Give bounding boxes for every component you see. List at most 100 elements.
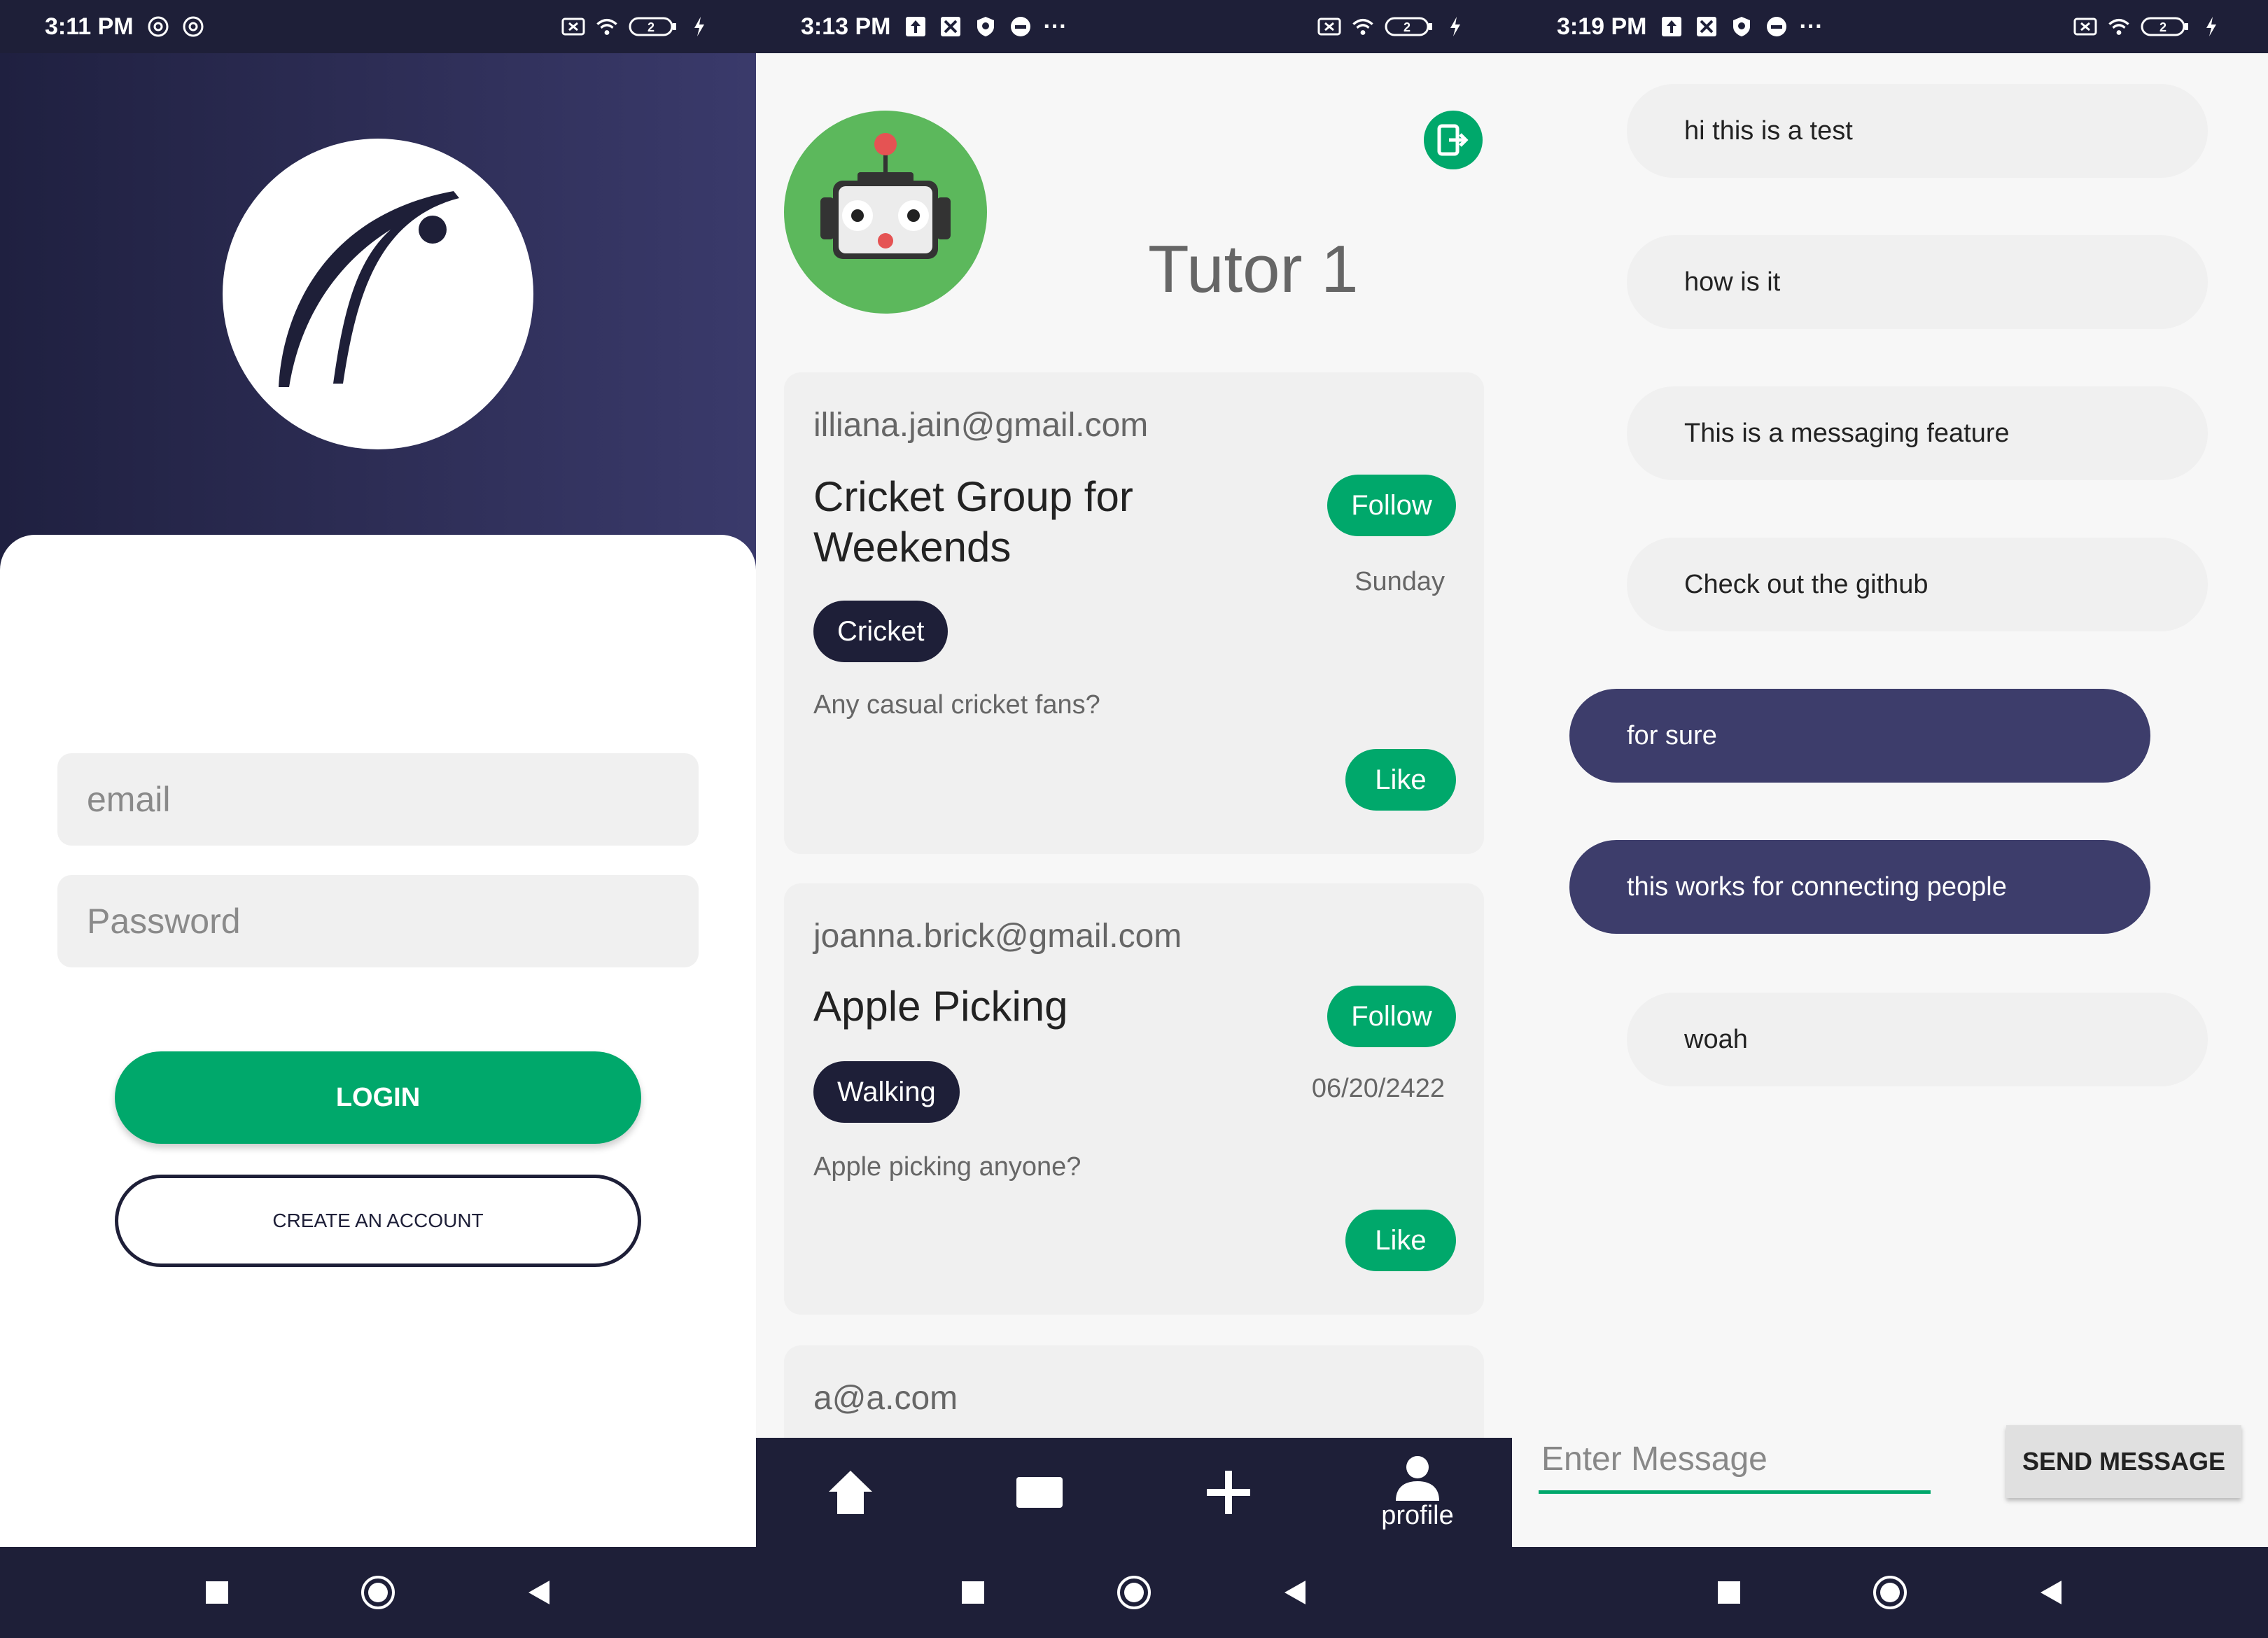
recents-icon[interactable] — [1708, 1572, 1750, 1614]
system-nav-bar — [1512, 1547, 2268, 1638]
chat-screen: 3:19 PM ··· 2 hi this is a test how is i… — [1512, 0, 2268, 1638]
activity-tag: Cricket — [813, 601, 948, 662]
svg-text:2: 2 — [648, 20, 654, 34]
charging-icon — [2199, 15, 2223, 38]
post-date: 06/20/2422 — [1311, 1074, 1445, 1103]
back-icon[interactable] — [1274, 1572, 1316, 1614]
post-card: joanna.brick@gmail.com Apple Picking Fol… — [784, 883, 1484, 1315]
nav-profile[interactable]: profile — [1323, 1438, 1512, 1547]
home-circle-icon[interactable] — [357, 1572, 399, 1614]
message-incoming: hi this is a test — [1627, 84, 2208, 178]
app-notification-icon — [1695, 15, 1718, 38]
nav-messages[interactable] — [945, 1438, 1134, 1547]
hero-banner — [0, 53, 756, 585]
post-title: Cricket Group for Weekends — [813, 472, 1303, 573]
message-outgoing: for sure — [1569, 689, 2150, 783]
message-input[interactable] — [1539, 1428, 1931, 1494]
status-time: 3:19 PM — [1557, 13, 1647, 40]
upload-notification-icon — [904, 15, 927, 38]
dnd-notification-icon — [1765, 15, 1788, 38]
status-bar: 3:11 PM 2 — [0, 0, 756, 53]
post-date: Sunday — [1354, 567, 1445, 596]
post-author-email: illiana.jain@gmail.com — [813, 407, 1149, 444]
battery-icon: 2 — [629, 15, 678, 38]
password-field[interactable] — [57, 875, 699, 967]
profile-icon — [1396, 1455, 1439, 1501]
upload-notification-icon — [1660, 15, 1684, 38]
login-form-sheet — [0, 535, 756, 1547]
nav-home[interactable] — [756, 1438, 945, 1547]
logout-icon — [1437, 124, 1469, 156]
more-notifications-indicator: ··· — [1043, 13, 1068, 40]
follow-button[interactable]: Follow — [1327, 986, 1456, 1047]
recents-icon[interactable] — [196, 1572, 238, 1614]
sim-icon — [2073, 15, 2097, 38]
activity-tag: Walking — [813, 1061, 960, 1123]
login-button[interactable]: LOGIN — [115, 1051, 641, 1144]
penguin-logo-icon — [279, 191, 459, 387]
app-notification-icon — [939, 15, 962, 38]
wifi-icon — [1351, 15, 1375, 38]
robot-icon — [820, 133, 951, 259]
app-logo — [223, 139, 533, 449]
system-nav-bar — [0, 1547, 756, 1638]
post-author-email: a@a.com — [813, 1380, 958, 1417]
message-outgoing: this works for connecting people — [1569, 840, 2150, 934]
wifi-icon — [595, 15, 619, 38]
bottom-navigation: profile — [756, 1438, 1512, 1547]
at-icon — [181, 15, 205, 38]
at-icon — [146, 15, 170, 38]
message-incoming: woah — [1627, 993, 2208, 1086]
sim-icon — [1317, 15, 1341, 38]
home-circle-icon[interactable] — [1113, 1572, 1155, 1614]
svg-text:2: 2 — [1404, 20, 1410, 34]
home-circle-icon[interactable] — [1869, 1572, 1911, 1614]
avatar — [784, 111, 987, 314]
charging-icon — [687, 15, 711, 38]
message-icon — [1016, 1477, 1063, 1508]
follow-button[interactable]: Follow — [1327, 475, 1456, 536]
post-title: Apple Picking — [813, 981, 1303, 1032]
wifi-icon — [2107, 15, 2131, 38]
nav-profile-label: profile — [1381, 1500, 1454, 1530]
email-field[interactable] — [57, 753, 699, 846]
shield-notification-icon — [1730, 15, 1754, 38]
message-incoming: how is it — [1627, 235, 2208, 329]
nav-add[interactable] — [1134, 1438, 1323, 1547]
logout-button[interactable] — [1424, 111, 1483, 169]
profile-name: Tutor 1 — [1148, 232, 1359, 307]
create-account-button[interactable]: CREATE AN ACCOUNT — [115, 1175, 641, 1267]
home-icon — [829, 1471, 872, 1514]
post-description: Apple picking anyone? — [813, 1152, 1082, 1182]
status-time: 3:13 PM — [801, 13, 891, 40]
screens-container: 3:11 PM 2 email LOGIN CREATE AN ACCOUNT … — [0, 0, 2268, 1638]
add-icon — [1207, 1471, 1250, 1514]
like-button[interactable]: Like — [1345, 749, 1456, 811]
post-title-line: Cricket Group for — [813, 473, 1133, 520]
status-bar: 3:19 PM ··· 2 — [1512, 0, 2268, 53]
post-author-email: joanna.brick@gmail.com — [813, 918, 1182, 955]
charging-icon — [1443, 15, 1467, 38]
message-incoming: Check out the github — [1627, 538, 2208, 631]
status-time: 3:11 PM — [45, 13, 134, 40]
like-button[interactable]: Like — [1345, 1210, 1456, 1271]
post-title-line: Apple Picking — [813, 983, 1068, 1030]
post-description: Any casual cricket fans? — [813, 690, 1100, 720]
svg-text:2: 2 — [2160, 20, 2166, 34]
recents-icon[interactable] — [952, 1572, 994, 1614]
dnd-notification-icon — [1009, 15, 1032, 38]
shield-notification-icon — [974, 15, 997, 38]
send-message-button[interactable]: SEND MESSAGE — [2006, 1425, 2241, 1498]
message-incoming: This is a messaging feature — [1627, 386, 2208, 480]
back-icon[interactable] — [518, 1572, 560, 1614]
post-title-line: Weekends — [813, 524, 1011, 570]
back-icon[interactable] — [2030, 1572, 2072, 1614]
more-notifications-indicator: ··· — [1799, 13, 1823, 40]
login-screen: 3:11 PM 2 email LOGIN CREATE AN ACCOUNT — [0, 0, 756, 1638]
profile-feed-screen: 3:13 PM ··· 2 Tutor 1 illiana.jain@gmail… — [756, 0, 1512, 1638]
status-bar: 3:13 PM ··· 2 — [756, 0, 1512, 53]
sim-icon — [561, 15, 585, 38]
system-nav-bar — [756, 1547, 1512, 1638]
post-card: illiana.jain@gmail.com Cricket Group for… — [784, 372, 1484, 854]
battery-icon: 2 — [2141, 15, 2190, 38]
